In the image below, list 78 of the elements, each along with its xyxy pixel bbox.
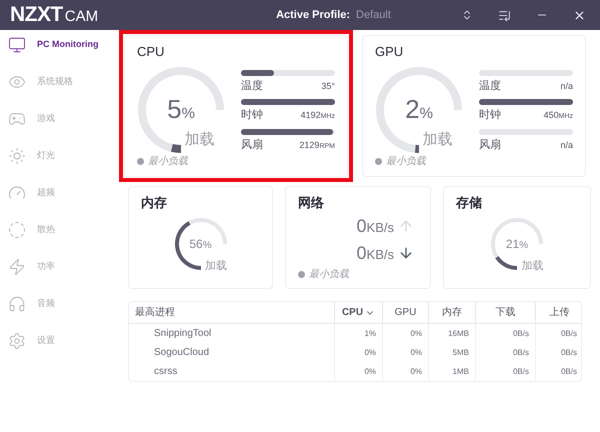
card-title: 存储 <box>456 194 483 212</box>
column-header[interactable]: CPU <box>342 305 364 320</box>
column-header[interactable]: 内存 <box>442 305 462 320</box>
meter-label: 温度 <box>479 78 501 94</box>
legend-dot <box>375 158 382 164</box>
gauge-caption: 加载 <box>184 130 215 150</box>
column-header[interactable]: 最高进程 <box>135 305 175 320</box>
gauge-ring <box>490 216 544 270</box>
rate-value: 0KB/s <box>356 242 394 264</box>
card-title: 内存 <box>141 194 168 212</box>
menu-icon[interactable] <box>498 8 511 22</box>
up-down-chevron-icon[interactable] <box>461 9 473 21</box>
logo: NZXT <box>10 2 63 28</box>
table-cell: 5MB <box>428 343 475 362</box>
column-header[interactable]: 上传 <box>550 305 570 320</box>
monitor-icon[interactable] <box>8 36 26 54</box>
table-cell: 16MB <box>428 324 475 343</box>
legend-label: 最小负载 <box>148 154 188 168</box>
meter-reading: n/a <box>560 138 573 152</box>
table-cell: 1MB <box>428 362 475 381</box>
card-title: 网络 <box>298 194 325 212</box>
table-cell: 0B/s <box>535 343 583 362</box>
table-cell-text: SogouCloud <box>153 346 210 360</box>
sun-icon[interactable] <box>8 147 26 165</box>
legend-label: 最小负载 <box>386 154 426 168</box>
sidebar-item[interactable]: 音频 <box>37 297 55 311</box>
gauge-caption: 加载 <box>422 130 453 150</box>
column-header[interactable]: 下载 <box>496 305 516 320</box>
card-title: GPU <box>375 43 404 61</box>
meter-label: 风扇 <box>479 138 501 152</box>
legend-label: 最小负载 <box>309 268 349 282</box>
sidebar-item[interactable]: 游戏 <box>37 112 55 126</box>
table-cell: 0% <box>382 343 428 362</box>
meter-label: 风扇 <box>241 138 263 152</box>
meter-label: 时钟 <box>479 108 501 123</box>
gauge-value: 5% <box>167 93 195 126</box>
table-cell: 0B/s <box>535 324 583 343</box>
meter-label: 时钟 <box>241 108 263 123</box>
table-cell-text: SnippingTool <box>153 327 212 341</box>
meter-label: 温度 <box>241 78 263 94</box>
lightning-icon[interactable] <box>8 258 26 276</box>
close-icon[interactable] <box>573 8 586 22</box>
profile-value: Default <box>356 8 391 23</box>
app-name: CAM <box>64 6 98 27</box>
gauge-caption: 加载 <box>204 259 227 274</box>
column-header[interactable]: GPU <box>394 305 416 320</box>
meter-reading: n/a <box>560 80 573 92</box>
sidebar-item[interactable]: PC Monitoring <box>37 38 98 52</box>
legend-dot <box>298 270 305 278</box>
card-title: CPU <box>137 43 166 61</box>
table-cell: 0B/s <box>535 362 583 381</box>
sidebar-item[interactable]: 灯光 <box>37 149 55 163</box>
sidebar-item[interactable]: 功率 <box>37 260 55 274</box>
sidebar-item[interactable]: 系统规格 <box>37 75 73 89</box>
gauge-value: 2% <box>405 93 433 126</box>
meter-reading: 35° <box>321 80 335 92</box>
profile-label: Active Profile: <box>276 8 350 23</box>
table-cell: 0% <box>382 324 428 343</box>
dashed-circle-icon[interactable] <box>8 221 26 239</box>
sidebar-item[interactable]: 超频 <box>37 186 55 200</box>
sidebar-item[interactable]: 散热 <box>37 223 55 237</box>
rate-value: 0KB/s <box>356 214 394 238</box>
gauge-caption: 加载 <box>521 259 544 274</box>
gauge-value: 56% <box>189 236 212 252</box>
settings-icon[interactable] <box>8 332 26 350</box>
gauge-ring <box>174 216 228 270</box>
table-cell: 0B/s <box>475 343 535 362</box>
table-cell: 0% <box>382 362 428 381</box>
sidebar-item[interactable]: 设置 <box>37 334 55 348</box>
gauge-value: 21% <box>506 236 528 252</box>
table-cell-text: csrss <box>153 365 178 379</box>
table-cell: 1% <box>334 324 382 343</box>
legend-dot <box>137 158 144 164</box>
headphones-icon[interactable] <box>8 295 26 313</box>
table-cell: 0B/s <box>475 362 535 381</box>
table-cell: 0% <box>334 362 382 381</box>
table-cell: 0B/s <box>475 324 535 343</box>
table-cell: 0% <box>334 343 382 362</box>
